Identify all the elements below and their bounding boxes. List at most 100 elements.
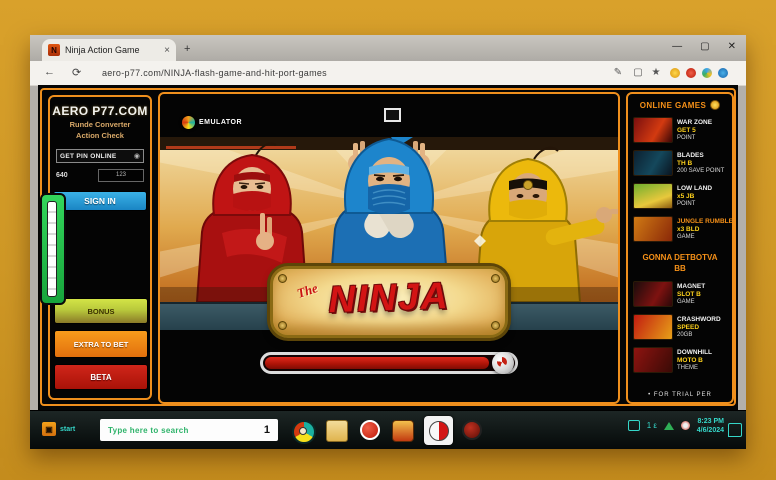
game-item-extra: 200 SAVE POINT xyxy=(677,168,724,174)
tray-up-icon[interactable] xyxy=(664,422,674,430)
game-item-sub: SLOT B xyxy=(677,291,705,298)
tagline-2: Action Check xyxy=(50,131,150,140)
start-button[interactable]: ▣ start xyxy=(42,422,75,436)
bonus-button[interactable]: BONUS xyxy=(54,298,148,324)
taskbar-search-input[interactable]: Type here to search 1 xyxy=(100,419,278,441)
game-thumbnail xyxy=(633,347,673,373)
game-item-title: WAR ZONE xyxy=(677,119,712,126)
game-list-item[interactable]: MAGNET SLOT B GAME xyxy=(633,281,727,307)
browser-tab[interactable]: N Ninja Action Game × xyxy=(42,39,176,61)
start-label: start xyxy=(60,426,75,433)
header-badge-icon xyxy=(710,100,720,110)
code-field-label: 640 xyxy=(56,172,68,179)
webpage: AERO P77.COM Runde Converter Action Chec… xyxy=(38,85,738,410)
share-icon[interactable]: ✎ xyxy=(612,67,624,79)
taskbar-folder-icon[interactable] xyxy=(326,420,348,442)
dropdown-icon[interactable]: ◉ xyxy=(134,152,140,160)
extension-icon-multicolor[interactable] xyxy=(702,68,712,78)
taskbar-game-icon[interactable] xyxy=(392,420,414,442)
address-bar[interactable]: aero-p77.com/NINJA-flash-game-and-hit-po… xyxy=(102,68,327,78)
game-thumbnail xyxy=(633,314,673,340)
game-panel: EMULATOR xyxy=(158,92,620,404)
extra-bet-button[interactable]: EXTRA TO BET xyxy=(54,330,148,358)
tagline-1: Runde Converter xyxy=(50,120,150,129)
refresh-icon[interactable]: ⟳ xyxy=(72,66,81,79)
browser-toolbar: ← ⟳ aero-p77.com/NINJA-flash-game-and-hi… xyxy=(30,61,746,86)
emulator-logo[interactable]: EMULATOR xyxy=(182,116,242,129)
game-list-item[interactable]: WAR ZONE GET 5 POINT xyxy=(633,117,727,143)
game-list-item[interactable]: DOWNHILL MOTO B THEME xyxy=(633,347,727,373)
promo-line-2: BB xyxy=(633,263,727,274)
game-title-banner: The NINJA xyxy=(270,266,508,338)
game-item-extra: POINT xyxy=(677,135,712,141)
promo-header: GONNA DETBOTVA BB xyxy=(633,252,727,274)
window-maximize-button[interactable]: ▢ xyxy=(700,41,709,52)
game-thumbnail xyxy=(633,281,673,307)
game-item-sub: MOTO B xyxy=(677,357,712,364)
game-item-title: JUNGLE RUMBLE xyxy=(677,218,727,225)
code-field-input[interactable]: 123 xyxy=(98,169,144,182)
active-app-icon xyxy=(429,421,449,441)
games-list-header: ONLINE GAMES xyxy=(640,101,707,110)
game-list-item[interactable]: BLADES TH B 200 SAVE POINT xyxy=(633,150,727,176)
game-title: NINJA xyxy=(272,273,505,323)
game-item-title: BLADES xyxy=(677,152,724,159)
game-list-item[interactable]: CRASHWORD SPEED 20GB xyxy=(633,314,727,340)
game-list-item[interactable]: LOW LAND x5 JB POINT xyxy=(633,183,727,209)
taskbar-recorder-icon[interactable] xyxy=(462,420,482,440)
game-item-title: CRASHWORD xyxy=(677,316,721,323)
taskbar-active-app[interactable] xyxy=(424,416,453,445)
new-tab-button[interactable]: + xyxy=(184,43,190,55)
tab-favicon-icon: N xyxy=(48,44,60,56)
extension-icon-red[interactable] xyxy=(686,68,696,78)
game-item-extra: GAME xyxy=(677,234,727,240)
window-minimize-button[interactable]: — xyxy=(672,41,682,52)
tab-close-icon[interactable]: × xyxy=(164,45,170,56)
beta-button[interactable]: BETA xyxy=(54,364,148,390)
taskbar-browser-icon[interactable] xyxy=(292,420,316,444)
game-item-title: DOWNHILL xyxy=(677,349,712,356)
game-list-item[interactable]: JUNGLE RUMBLE x3 BLD GAME xyxy=(633,216,727,242)
taskbar-media-icon[interactable] xyxy=(360,420,380,440)
tray-app-icon[interactable] xyxy=(628,420,640,431)
side-feedback-widget[interactable] xyxy=(40,193,66,305)
right-sidebar: ONLINE GAMES WAR ZONE GET 5 POINT BLADES xyxy=(626,92,734,404)
pin-input-value: GET PIN ONLINE xyxy=(60,153,117,160)
game-item-title: MAGNET xyxy=(677,283,705,290)
extension-icon-yellow[interactable] xyxy=(670,68,680,78)
loading-progress-bar xyxy=(260,352,518,374)
game-item-sub: x5 JB xyxy=(677,193,712,200)
game-thumbnail xyxy=(633,216,673,242)
tab-title: Ninja Action Game xyxy=(65,45,159,55)
back-icon[interactable]: ← xyxy=(44,66,55,78)
window-close-button[interactable]: ✕ xyxy=(728,41,736,52)
game-thumbnail xyxy=(633,117,673,143)
game-item-extra: POINT xyxy=(677,201,712,207)
bookmark-icon[interactable]: ★ xyxy=(650,67,662,79)
progress-knob-icon xyxy=(492,352,514,374)
notification-center-icon[interactable] xyxy=(728,423,742,437)
pin-input[interactable]: GET PIN ONLINE ◉ xyxy=(56,149,144,163)
clock-date: 4/6/2024 xyxy=(697,426,724,435)
start-icon: ▣ xyxy=(42,422,56,436)
fullscreen-icon[interactable] xyxy=(384,108,401,122)
game-item-sub: x3 BLD xyxy=(677,226,727,233)
site-logo: AERO P77.COM xyxy=(50,104,150,118)
game-thumbnail xyxy=(633,150,673,176)
browser-titlebar: N Ninja Action Game × + — ▢ ✕ xyxy=(30,35,746,61)
browser-window: N Ninja Action Game × + — ▢ ✕ ← ⟳ aero-p… xyxy=(30,35,746,448)
profile-avatar[interactable] xyxy=(718,68,728,78)
game-item-sub: TH B xyxy=(677,160,724,167)
promo-line-1: GONNA DETBOTVA xyxy=(633,252,727,263)
emulator-label: EMULATOR xyxy=(199,119,242,126)
screenshot-stage: N Ninja Action Game × + — ▢ ✕ ← ⟳ aero-p… xyxy=(0,0,776,480)
game-item-extra: THEME xyxy=(677,365,712,371)
screenshot-icon[interactable]: ▢ xyxy=(632,67,644,79)
sidebar-footer[interactable]: • FOR TRIAL PER xyxy=(628,392,732,398)
sign-in-button[interactable]: SIGN IN xyxy=(53,191,147,211)
taskbar-clock[interactable]: 8:23 PM 4/6/2024 xyxy=(697,417,724,435)
game-item-extra: GAME xyxy=(677,299,705,305)
game-item-sub: GET 5 xyxy=(677,127,712,134)
tray-count[interactable]: 1 ε xyxy=(647,421,657,430)
tray-alert-icon[interactable] xyxy=(681,421,690,430)
